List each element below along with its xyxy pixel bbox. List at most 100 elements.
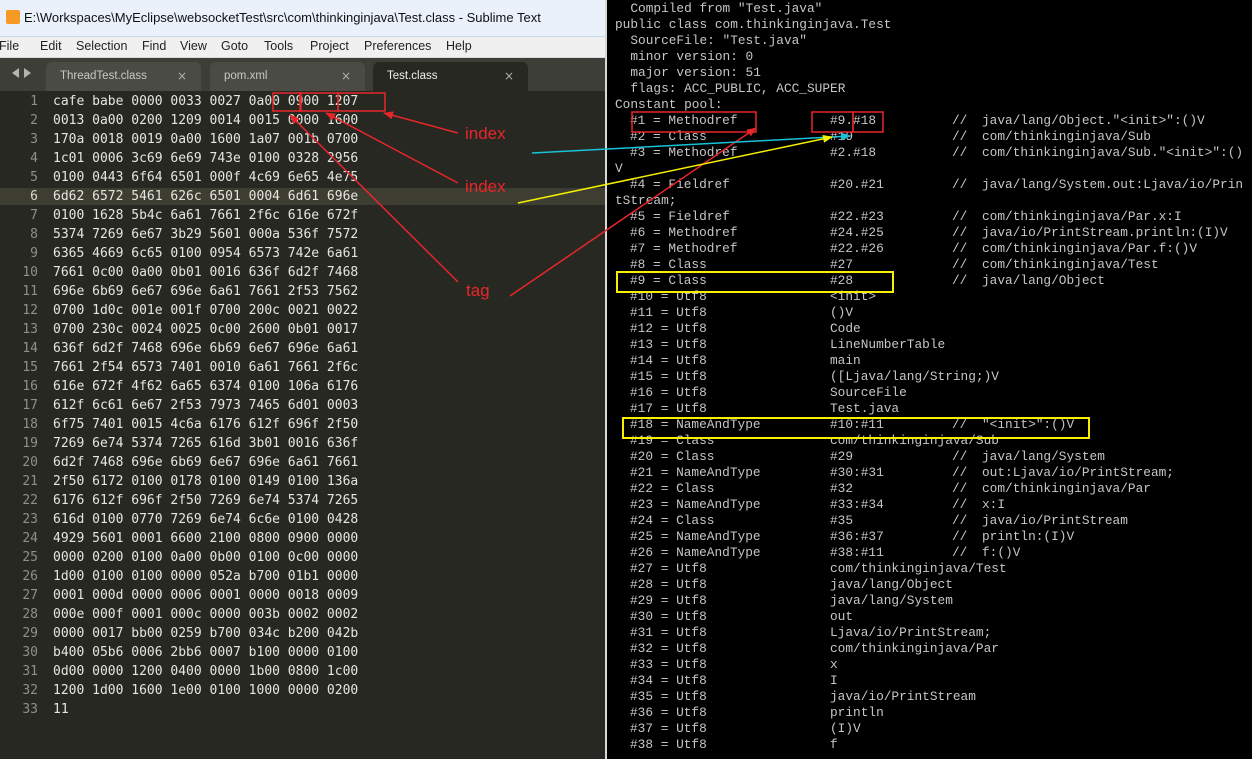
menu-project[interactable]: Project (310, 39, 349, 53)
constant-ref: Ljava/io/PrintStream; (830, 625, 992, 640)
constant-id: #31 = Utf8 (630, 625, 707, 640)
code-line[interactable]: 14 636f 6d2f 7468 696e 6b69 6e67 696e 6a6… (0, 340, 605, 357)
javap-console[interactable]: Compiled from "Test.java" public class co… (605, 0, 1252, 759)
menu-tools[interactable]: Tools (264, 39, 293, 53)
hex-bytes: 0100 0443 6f64 6501 000f 4c69 6e65 4e75 (53, 170, 359, 185)
code-line[interactable]: 19 7269 6e74 5374 7265 616d 3b01 0016 636… (0, 435, 605, 452)
code-line[interactable]: 33 11 (0, 701, 605, 718)
close-icon[interactable]: × (177, 69, 187, 83)
code-line[interactable]: 11 696e 6b69 6e67 696e 6a61 7661 2f53 756… (0, 283, 605, 300)
code-line[interactable]: 23 616d 0100 0770 7269 6e74 6c6e 0100 042… (0, 511, 605, 528)
constant-ref: SourceFile (830, 385, 907, 400)
constant-ref: println (830, 705, 884, 720)
line-number: 27 (22, 588, 38, 603)
menu-preferences[interactable]: Preferences (364, 39, 431, 53)
constant-ref: #10:#11 (830, 417, 884, 432)
constant-comment-marker: // (952, 529, 968, 544)
hex-bytes: cafe babe 0000 0033 0027 0a00 0900 1207 (53, 94, 359, 109)
constant-id: #20 = Class (630, 449, 715, 464)
constant-id: #9 = Class (630, 273, 707, 288)
code-line[interactable]: 26 1d00 0100 0100 0000 052a b700 01b1 000… (0, 568, 605, 585)
hex-bytes: 7661 2f54 6573 7401 0010 6a61 7661 2f6c (53, 360, 359, 375)
constant-ref: #29 (830, 449, 854, 464)
code-line[interactable]: 25 0000 0200 0100 0a00 0b00 0100 0c00 000… (0, 549, 605, 566)
constant-ref: #9.#18 (830, 113, 877, 128)
menu-selection[interactable]: Selection (76, 39, 127, 53)
code-line[interactable]: 20 6d2f 7468 696e 6b69 6e67 696e 6a61 766… (0, 454, 605, 471)
constant-ref: #28 (830, 273, 854, 288)
console-header-line: major version: 51 (615, 65, 761, 80)
hex-editor[interactable]: 1 cafe babe 0000 0033 0027 0a00 0900 1207… (0, 91, 605, 759)
line-number: 9 (30, 246, 38, 261)
menu-file[interactable]: File (0, 39, 19, 53)
constant-comment-marker: // (952, 417, 968, 432)
code-line[interactable]: 16 616e 672f 4f62 6a65 6374 0100 106a 617… (0, 378, 605, 395)
hex-bytes: 696e 6b69 6e67 696e 6a61 7661 2f53 7562 (53, 284, 359, 299)
code-line[interactable]: 31 0d00 0000 1200 0400 0000 1b00 0800 1c0… (0, 663, 605, 680)
close-icon[interactable]: × (504, 69, 514, 83)
constant-id: #3 = Methodref (630, 145, 738, 160)
code-line[interactable]: 2 0013 0a00 0200 1209 0014 0015 0000 1600 (0, 112, 605, 129)
constant-comment-marker: // (952, 465, 968, 480)
code-line[interactable]: 30 b400 05b6 0006 2bb6 0007 b100 0000 010… (0, 644, 605, 661)
hex-bytes: 0000 0200 0100 0a00 0b00 0100 0c00 0000 (53, 550, 359, 565)
constant-ref: #20.#21 (830, 177, 884, 192)
tab-pom-xml[interactable]: pom.xml × (210, 62, 365, 91)
code-line[interactable]: 18 6f75 7401 0015 4c6a 6176 612f 696f 2f5… (0, 416, 605, 433)
hex-bytes: 6d62 6572 5461 626c 6501 0004 6d61 696e (53, 189, 359, 204)
constant-id: #7 = Methodref (630, 241, 738, 256)
line-number: 31 (22, 664, 38, 679)
code-line[interactable]: 12 0700 1d0c 001e 001f 0700 200c 0021 002… (0, 302, 605, 319)
title-bar: E:\Workspaces\MyEclipse\websocketTest\sr… (0, 0, 605, 37)
constant-ref: LineNumberTable (830, 337, 946, 352)
code-line[interactable]: 7 0100 1628 5b4c 6a61 7661 2f6c 616e 672f (0, 207, 605, 224)
line-number: 33 (22, 702, 38, 717)
hex-bytes: 1200 1d00 1600 1e00 0100 1000 0000 0200 (53, 683, 359, 698)
code-line[interactable]: 3 170a 0018 0019 0a00 1600 1a07 001b 0700 (0, 131, 605, 148)
constant-description: com/thinkinginjava/Sub."<init>":() (982, 145, 1244, 160)
code-line[interactable]: 1 cafe babe 0000 0033 0027 0a00 0900 1207 (0, 93, 605, 110)
constant-wrap-text: tStream; (615, 193, 677, 208)
code-line[interactable]: 17 612f 6c61 6e67 2f53 7973 7465 6d01 000… (0, 397, 605, 414)
code-line[interactable]: 10 7661 0c00 0a00 0b01 0016 636f 6d2f 746… (0, 264, 605, 281)
code-line[interactable]: 28 000e 000f 0001 000c 0000 003b 0002 000… (0, 606, 605, 623)
code-line[interactable]: 27 0001 000d 0000 0006 0001 0000 0018 000… (0, 587, 605, 604)
menu-find[interactable]: Find (142, 39, 166, 53)
menu-bar: File Edit Selection Find View Goto Tools… (0, 37, 605, 58)
tab-test-class[interactable]: Test.class × (373, 62, 528, 91)
menu-edit[interactable]: Edit (40, 39, 62, 53)
menu-goto[interactable]: Goto (221, 39, 248, 53)
line-number: 12 (22, 303, 38, 318)
code-line[interactable]: 9 6365 4669 6c65 0100 0954 6573 742e 6a61 (0, 245, 605, 262)
hex-bytes: 0001 000d 0000 0006 0001 0000 0018 0009 (53, 588, 359, 603)
code-line[interactable]: 22 6176 612f 696f 2f50 7269 6e74 5374 726… (0, 492, 605, 509)
menu-help[interactable]: Help (446, 39, 472, 53)
constant-id: #32 = Utf8 (630, 641, 707, 656)
code-line[interactable]: 29 0000 0017 bb00 0259 b700 034c b200 042… (0, 625, 605, 642)
code-line[interactable]: 8 5374 7269 6e67 3b29 5601 000a 536f 7572 (0, 226, 605, 243)
constant-id: #37 = Utf8 (630, 721, 707, 736)
close-icon[interactable]: × (341, 69, 351, 83)
hex-bytes: 11 (53, 702, 69, 717)
constant-id: #29 = Utf8 (630, 593, 707, 608)
hex-bytes: 0013 0a00 0200 1209 0014 0015 0000 1600 (53, 113, 359, 128)
code-line[interactable]: 4 1c01 0006 3c69 6e69 743e 0100 0328 2956 (0, 150, 605, 167)
code-line[interactable]: 21 2f50 6172 0100 0178 0100 0149 0100 136… (0, 473, 605, 490)
line-number: 32 (22, 683, 38, 698)
line-number: 30 (22, 645, 38, 660)
tab-scroll-right-icon[interactable] (24, 68, 31, 78)
tab-scroll-left-icon[interactable] (12, 68, 19, 78)
tab-threadtest-class[interactable]: ThreadTest.class × (46, 62, 201, 91)
constant-comment-marker: // (952, 513, 968, 528)
menu-view[interactable]: View (180, 39, 207, 53)
code-line[interactable]: 15 7661 2f54 6573 7401 0010 6a61 7661 2f6… (0, 359, 605, 376)
code-line[interactable]: 5 0100 0443 6f64 6501 000f 4c69 6e65 4e75 (0, 169, 605, 186)
constant-ref: com/thinkinginjava/Test (830, 561, 1007, 576)
line-number: 15 (22, 360, 38, 375)
code-line[interactable]: 24 4929 5601 0001 6600 2100 0800 0900 000… (0, 530, 605, 547)
hex-bytes: 0700 1d0c 001e 001f 0700 200c 0021 0022 (53, 303, 359, 318)
code-line[interactable]: 32 1200 1d00 1600 1e00 0100 1000 0000 020… (0, 682, 605, 699)
code-line[interactable]: 13 0700 230c 0024 0025 0c00 2600 0b01 001… (0, 321, 605, 338)
code-line[interactable]: 6 6d62 6572 5461 626c 6501 0004 6d61 696e (0, 188, 605, 205)
constant-id: #6 = Methodref (630, 225, 738, 240)
